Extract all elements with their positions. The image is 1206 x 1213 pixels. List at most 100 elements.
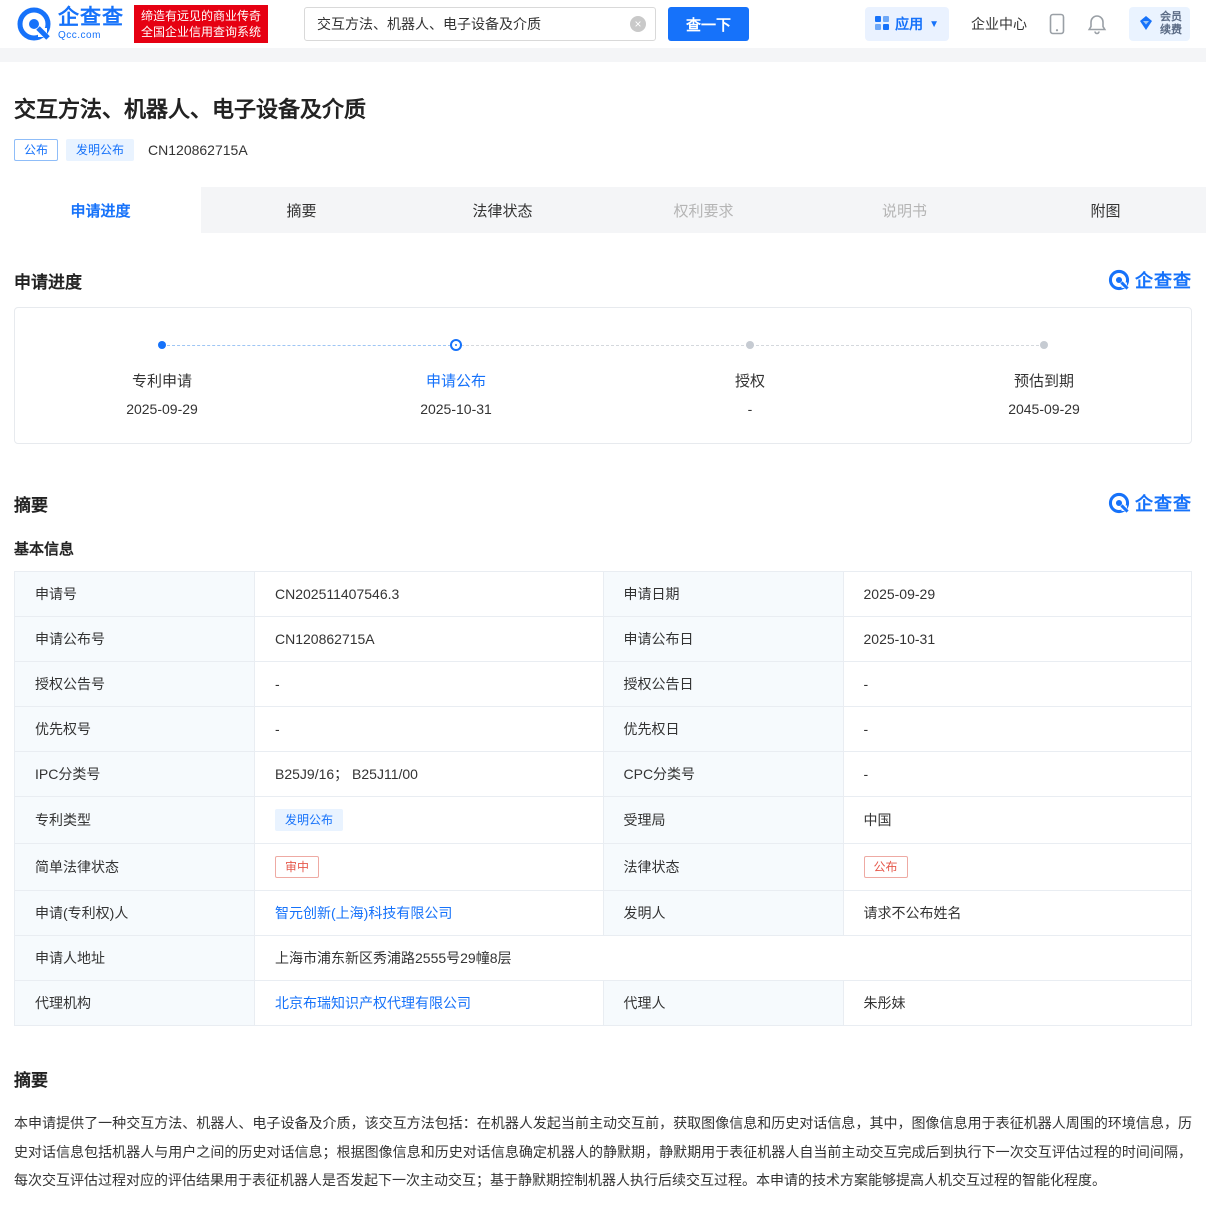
table-row: 优先权号 - 优先权日 -	[14, 706, 1192, 752]
patent-type-tag: 发明公布	[66, 139, 135, 161]
top-header: 企查查 Qcc.com 缔造有远见的商业传奇 全国企业信用查询系统 × 查一下 …	[0, 0, 1206, 48]
field-label: 授权公告号	[14, 661, 255, 707]
timeline-step-date: -	[747, 401, 753, 417]
field-label: IPC分类号	[14, 751, 255, 797]
publish-status-tag: 公布	[14, 139, 59, 161]
search-input[interactable]	[304, 7, 657, 41]
mobile-icon[interactable]	[1049, 13, 1065, 35]
field-value: 上海市浦东新区秀浦路2555号29幢8层	[254, 935, 1192, 981]
field-label: 申请号	[14, 571, 255, 617]
bell-icon[interactable]	[1087, 13, 1107, 35]
qcc-watermark-logo: 企查查	[1108, 267, 1192, 293]
table-row: 申请号 CN202511407546.3 申请日期 2025-09-29	[14, 571, 1192, 617]
timeline-step-label: 授权	[734, 373, 765, 390]
field-label: 简单法律状态	[14, 843, 255, 891]
field-value: CN120862715A	[254, 616, 604, 662]
field-label: 代理人	[602, 980, 844, 1026]
progress-section-title: 申请进度	[14, 272, 82, 292]
timeline-dot-done	[158, 341, 166, 349]
field-label: CPC分类号	[602, 751, 844, 797]
patent-type-tag: 发明公布	[275, 809, 344, 831]
patent-tag-row: 公布 发明公布 CN120862715A	[14, 139, 1192, 161]
timeline-dot-pending	[746, 341, 754, 349]
vip-icon	[1137, 14, 1155, 35]
timeline-dot-current	[452, 341, 460, 349]
field-value: 2025-10-31	[842, 616, 1192, 662]
timeline-step-label: 专利申请	[131, 373, 192, 390]
field-value: 请求不公布姓名	[842, 890, 1192, 936]
field-value: 中国	[842, 796, 1192, 844]
field-label: 受理局	[602, 796, 844, 844]
field-label: 申请日期	[602, 571, 844, 617]
brand-name: 企查查	[58, 6, 124, 29]
search-button[interactable]: 查一下	[668, 7, 750, 41]
field-label: 申请公布日	[602, 616, 844, 662]
field-value: 北京布瑞知识产权代理有限公司	[254, 980, 604, 1026]
basic-info-table: 申请号 CN202511407546.3 申请日期 2025-09-29 申请公…	[14, 571, 1192, 1026]
field-label: 发明人	[602, 890, 844, 936]
qcc-watermark-text: 企查查	[1135, 271, 1192, 291]
table-row: 授权公告号 - 授权公告日 -	[14, 661, 1192, 707]
summary-section-title: 摘要	[14, 495, 48, 515]
tab-bar: 申请进度 摘要 法律状态 权利要求 说明书 附图	[0, 187, 1206, 233]
field-value: 公布	[842, 843, 1192, 891]
tab-application-progress[interactable]: 申请进度	[0, 187, 201, 233]
field-label: 申请人地址	[14, 935, 255, 981]
vip-renew-button[interactable]: 会员 续费	[1129, 7, 1190, 41]
field-value: -	[254, 706, 604, 752]
apps-menu-button[interactable]: 应用 ▼	[865, 7, 949, 41]
legal-status-tag: 公布	[863, 856, 908, 878]
tab-claims[interactable]: 权利要求	[603, 187, 804, 233]
tab-drawings[interactable]: 附图	[1005, 187, 1206, 233]
table-row: 简单法律状态 审中 法律状态 公布	[14, 843, 1192, 891]
page-title: 交互方法、机器人、电子设备及介质	[14, 97, 367, 122]
field-label: 优先权日	[602, 706, 844, 752]
timeline-dot-pending	[1040, 341, 1048, 349]
table-row: 申请公布号 CN120862715A 申请公布日 2025-10-31	[14, 616, 1192, 662]
field-value: 2025-09-29	[842, 571, 1192, 617]
table-row: IPC分类号 B25J9/16； B25J11/00 CPC分类号 -	[14, 751, 1192, 797]
search-area: × 查一下	[304, 7, 750, 41]
field-value: -	[842, 751, 1192, 797]
field-value: 朱彤妹	[842, 980, 1192, 1026]
field-value: 审中	[254, 843, 604, 891]
timeline-step-expiry: 预估到期 2045-09-29	[897, 336, 1191, 417]
timeline-step-label: 预估到期	[1013, 373, 1074, 390]
qcc-logo-text: 企查查 Qcc.com	[58, 7, 124, 41]
clear-search-icon[interactable]: ×	[630, 16, 647, 32]
simple-legal-status-tag: 审中	[275, 856, 320, 878]
tab-abstract[interactable]: 摘要	[201, 187, 402, 233]
field-label: 优先权号	[14, 706, 255, 752]
timeline-step-date: 2025-09-29	[126, 401, 198, 417]
timeline-step-granted: 授权 -	[603, 336, 897, 417]
field-label: 申请公布号	[14, 616, 255, 662]
timeline-step-date: 2025-10-31	[420, 401, 492, 417]
tab-legal-status[interactable]: 法律状态	[402, 187, 603, 233]
field-value: 发明公布	[254, 796, 604, 844]
chevron-down-icon: ▼	[929, 18, 939, 30]
field-label: 代理机构	[14, 980, 255, 1026]
field-label: 授权公告日	[602, 661, 844, 707]
field-value: 智元创新(上海)科技有限公司	[254, 890, 604, 936]
field-value: B25J9/16； B25J11/00	[254, 751, 604, 797]
field-value: CN202511407546.3	[254, 571, 604, 617]
field-label: 法律状态	[602, 843, 844, 891]
applicant-company-link[interactable]: 智元创新(上海)科技有限公司	[275, 905, 452, 921]
agency-company-link[interactable]: 北京布瑞知识产权代理有限公司	[275, 995, 471, 1011]
timeline-step-label: 申请公布	[425, 373, 486, 390]
vip-label-2: 续费	[1160, 24, 1182, 36]
abstract-section-title: 摘要	[14, 1071, 48, 1090]
field-value: -	[842, 661, 1192, 707]
tab-description[interactable]: 说明书	[804, 187, 1005, 233]
slogan-line-2: 全国企业信用查询系统	[141, 25, 262, 39]
header-divider	[0, 48, 1206, 62]
qcc-logo[interactable]: 企查查 Qcc.com	[16, 6, 124, 42]
slogan-line-1: 缔造有远见的商业传奇	[141, 9, 262, 23]
apps-grid-icon	[875, 15, 890, 33]
field-label: 专利类型	[14, 796, 255, 844]
vip-label-1: 会员	[1160, 11, 1182, 23]
enterprise-center-link[interactable]: 企业中心	[971, 14, 1027, 34]
apps-menu-label: 应用	[895, 16, 924, 32]
brand-domain: Qcc.com	[58, 30, 101, 41]
qcc-logo-icon	[16, 6, 52, 42]
